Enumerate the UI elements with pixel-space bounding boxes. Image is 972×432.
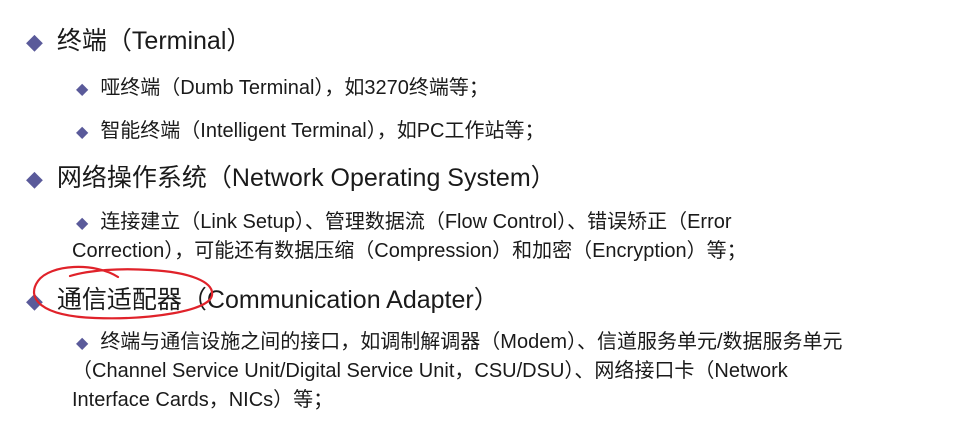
item-text: Interface Cards，NICs）等；	[72, 389, 334, 411]
list-item: ◆ 哑终端（Dumb Terminal），如3270终端等；	[76, 71, 489, 100]
diamond-bullet-icon: ◆	[26, 166, 43, 191]
section-heading-network-os: ◆ 网络操作系统（Network Operating System）	[26, 158, 556, 194]
heading-text: 网络操作系统（Network Operating System）	[56, 164, 556, 192]
diamond-bullet-icon: ◆	[76, 81, 89, 98]
list-item: ◆ 终端与通信设施之间的接口，如调制解调器（Modem）、信道服务单元/数据服务单…	[76, 325, 843, 354]
item-text: 哑终端（Dumb Terminal），如3270终端等；	[100, 77, 489, 99]
section-heading-communication-adapter: ◆ 通信适配器（Communication Adapter）	[26, 280, 499, 316]
section-heading-terminal: ◆ 终端（Terminal）	[26, 21, 251, 57]
slide-page: ◆ 终端（Terminal） ◆ 哑终端（Dumb Terminal），如3270终…	[0, 0, 972, 432]
list-item: ◆ 智能终端（Intelligent Terminal），如PC工作站等；	[76, 114, 544, 143]
item-text: 智能终端（Intelligent Terminal），如PC工作站等；	[100, 120, 545, 142]
heading-text: 通信适配器（Communication Adapter）	[56, 286, 499, 314]
item-text: 连接建立（Link Setup）、管理数据流（Flow Control）、错误矫…	[100, 211, 732, 233]
list-item-continuation: Interface Cards，NICs）等；	[72, 383, 333, 412]
item-text: （Channel Service Unit/Digital Service Un…	[72, 360, 788, 382]
list-item-continuation: Correction），可能还有数据压缩（Compression）和加密（Enc…	[72, 234, 747, 263]
item-text: 终端与通信设施之间的接口，如调制解调器（Modem）、信道服务单元/数据服务单元	[100, 331, 843, 353]
diamond-bullet-icon: ◆	[76, 335, 89, 352]
heading-text: 终端（Terminal）	[56, 27, 252, 55]
item-text: Correction），可能还有数据压缩（Compression）和加密（Enc…	[72, 240, 747, 262]
diamond-bullet-icon: ◆	[76, 124, 89, 141]
diamond-bullet-icon: ◆	[26, 288, 43, 313]
diamond-bullet-icon: ◆	[26, 29, 43, 54]
list-item-continuation: （Channel Service Unit/Digital Service Un…	[72, 354, 788, 383]
list-item: ◆ 连接建立（Link Setup）、管理数据流（Flow Control）、错误…	[76, 205, 732, 234]
diamond-bullet-icon: ◆	[76, 215, 89, 232]
